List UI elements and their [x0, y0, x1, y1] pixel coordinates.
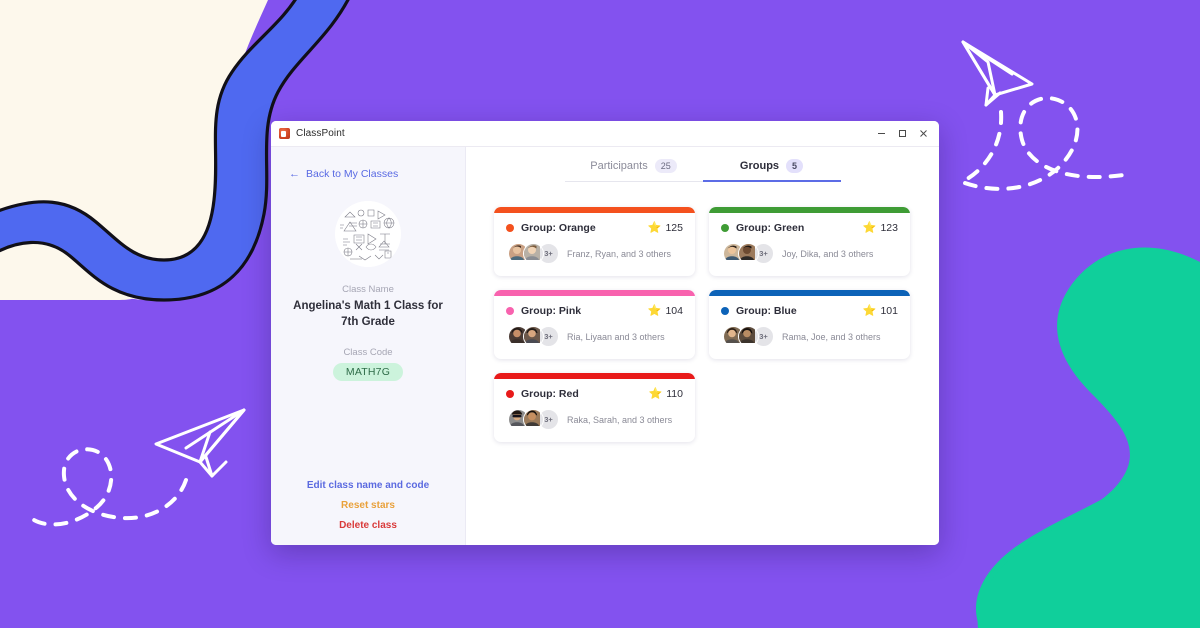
star-count-value: 125: [665, 222, 683, 234]
group-card[interactable]: Group: Orange ⭐ 125 3+ Franz, Ryan, and …: [494, 207, 695, 276]
classpoint-app-icon: [279, 128, 290, 139]
group-star-count: ⭐ 123: [863, 222, 898, 234]
paper-plane-icon-top: [961, 40, 1034, 107]
delete-class-link[interactable]: Delete class: [271, 520, 465, 531]
star-icon: ⭐: [648, 387, 663, 400]
tab-groups[interactable]: Groups 5: [702, 159, 841, 182]
group-card[interactable]: Group: Red ⭐ 110 3+ Raka, Sarah, and 3 o…: [494, 373, 695, 442]
group-name: Group: Red: [521, 388, 579, 400]
group-members-summary: Raka, Sarah, and 3 others: [567, 414, 673, 425]
class-name-value: Angelina's Math 1 Class for 7th Grade: [293, 300, 443, 328]
group-card[interactable]: Group: Pink ⭐ 104 3+ Ria, Liyaan and 3 o…: [494, 290, 695, 359]
teal-wave-blob: [975, 251, 1200, 628]
classpoint-app-window: ClassPoint ← Back to My Classes Class Na…: [271, 121, 939, 545]
groups-list: Group: Orange ⭐ 125 3+ Franz, Ryan, and …: [466, 195, 939, 545]
teal-wave-blob-2: [977, 247, 1200, 628]
member-avatars: 3+: [508, 243, 559, 264]
tab-participants-count: 25: [654, 159, 677, 173]
dashed-loop-trail-bottom: [32, 447, 188, 527]
group-color-dot: [721, 307, 729, 315]
group-star-count: ⭐ 110: [649, 388, 683, 400]
class-sidebar: ← Back to My Classes Class Name Angelina…: [271, 147, 466, 545]
main-panel: Participants 25 Groups 5 Group: Orange ⭐…: [466, 147, 939, 545]
group-members-summary: Joy, Dika, and 3 others: [782, 248, 874, 259]
minimize-icon[interactable]: [871, 124, 891, 144]
member-avatars: 3+: [723, 326, 774, 347]
member-avatars: 3+: [508, 326, 559, 347]
close-icon[interactable]: [913, 124, 933, 144]
group-card[interactable]: Group: Green ⭐ 123 3+ Joy, Dika, and 3 o…: [709, 207, 910, 276]
group-color-dot: [506, 307, 514, 315]
star-icon: ⭐: [862, 304, 877, 317]
tab-groups-label: Groups: [739, 159, 780, 172]
cream-blob-lower: [0, 210, 144, 300]
group-name: Group: Green: [736, 222, 805, 234]
group-members-summary: Franz, Ryan, and 3 others: [567, 248, 672, 259]
window-body: ← Back to My Classes Class Name Angelina…: [271, 147, 939, 545]
maximize-icon[interactable]: [892, 124, 912, 144]
group-name: Group: Orange: [521, 222, 596, 234]
group-name: Group: Pink: [521, 305, 582, 317]
star-icon: ⭐: [647, 221, 662, 234]
class-code-badge: MATH7G: [332, 363, 404, 382]
group-star-count: ⭐ 101: [863, 305, 898, 317]
cream-blob: [0, 0, 268, 300]
back-to-my-classes-link[interactable]: ← Back to My Classes: [271, 168, 465, 180]
group-color-dot: [506, 224, 514, 232]
avatar: [738, 326, 759, 347]
groups-grid: Group: Orange ⭐ 125 3+ Franz, Ryan, and …: [494, 207, 917, 442]
avatar: [523, 326, 544, 347]
group-members-summary: Ria, Liyaan and 3 others: [567, 331, 665, 342]
star-count-value: 104: [665, 305, 683, 317]
group-members-summary: Rama, Joe, and 3 others: [782, 331, 881, 342]
poster-canvas: ClassPoint ← Back to My Classes Class Na…: [0, 0, 1200, 628]
window-title-bar: ClassPoint: [271, 121, 939, 147]
avatar: [738, 243, 759, 264]
tab-participants[interactable]: Participants 25: [564, 159, 703, 182]
member-avatars: 3+: [723, 243, 774, 264]
star-count-value: 110: [666, 388, 683, 400]
tab-bar: Participants 25 Groups 5: [466, 147, 939, 195]
star-icon: ⭐: [647, 304, 662, 317]
class-name-label: Class Name: [342, 284, 394, 295]
dashed-loop-trail-top: [957, 96, 1132, 191]
paper-plane-icon-bottom: [154, 408, 246, 478]
avatar: [523, 409, 544, 430]
sidebar-actions: Edit class name and code Reset stars Del…: [271, 480, 465, 545]
group-color-dot: [506, 390, 514, 398]
back-link-label: Back to My Classes: [306, 168, 399, 180]
star-count-value: 101: [880, 305, 898, 317]
arrow-left-icon: ←: [289, 167, 300, 180]
avatar: [523, 243, 544, 264]
star-count-value: 123: [880, 222, 898, 234]
class-avatar: [335, 201, 401, 267]
class-code-label: Class Code: [343, 347, 393, 359]
group-name: Group: Blue: [736, 305, 797, 317]
tab-participants-label: Participants: [590, 159, 648, 172]
edit-class-name-and-code-link[interactable]: Edit class name and code: [271, 480, 465, 491]
tab-groups-count: 5: [786, 159, 804, 173]
group-star-count: ⭐ 125: [648, 222, 683, 234]
group-color-dot: [721, 224, 729, 232]
member-avatars: 3+: [508, 409, 559, 430]
group-star-count: ⭐ 104: [648, 305, 683, 317]
reset-stars-link[interactable]: Reset stars: [271, 500, 465, 511]
star-icon: ⭐: [862, 221, 877, 234]
window-title: ClassPoint: [296, 128, 345, 139]
group-card[interactable]: Group: Blue ⭐ 101 3+ Rama, Joe, and 3 ot…: [709, 290, 910, 359]
